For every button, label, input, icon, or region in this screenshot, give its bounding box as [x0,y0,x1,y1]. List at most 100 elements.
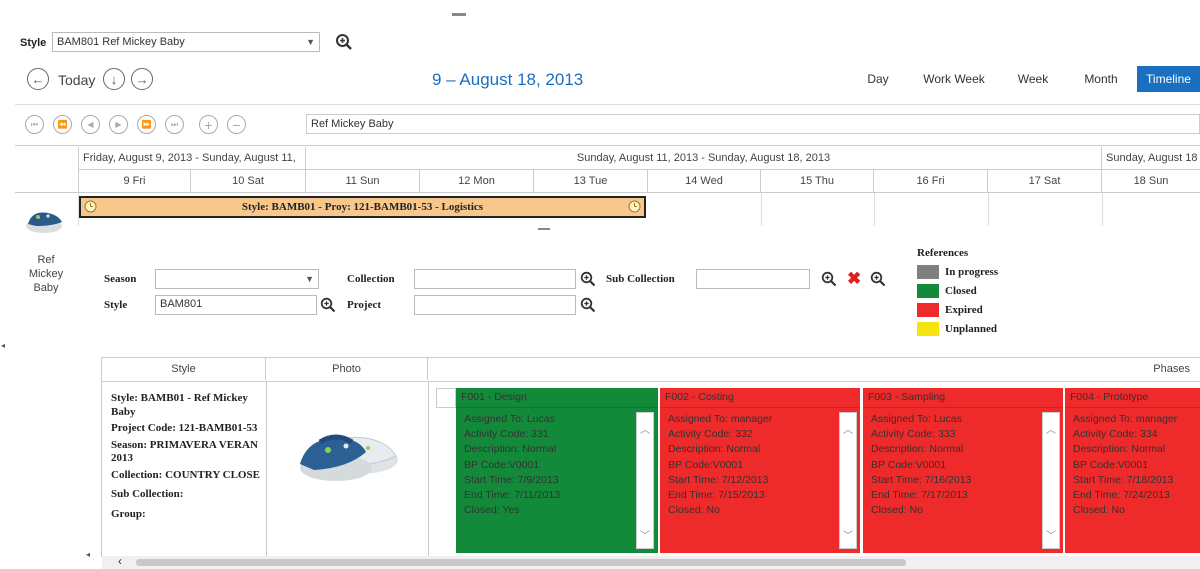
chevron-down-icon: ▼ [305,274,314,284]
phase-details: Assigned To: Lucas Activity Code: 331 De… [456,408,658,522]
resource-name: Ref Mickey Baby [28,254,64,294]
arrow-left-icon[interactable]: ← [27,68,49,90]
view-tab-timeline[interactable]: Timeline [1137,66,1200,92]
phase-detail-line: Activity Code: 331 [464,428,549,441]
phase-detail-line: Assigned To: manager [668,413,773,425]
style-combobox[interactable]: BAM801 Ref Mickey Baby ▼ [52,32,320,52]
resource-combobox-value: Ref Mickey Baby [311,118,394,130]
legend-swatch [917,321,939,336]
delete-x-icon[interactable]: ✖ [847,270,861,287]
chevron-up-icon[interactable]: ︿ [1043,423,1059,438]
chevron-up-icon[interactable]: ︿ [840,423,856,438]
phase-title: F003 - Sampling [863,388,1063,408]
phase-details: Assigned To: Lucas Activity Code: 333 De… [863,408,1063,522]
view-tab-work-week[interactable]: Work Week [916,66,992,92]
view-tab-day[interactable]: Day [858,66,898,92]
style-filter-input[interactable]: BAM801 [155,295,317,315]
timeline-range-header: Friday, August 9, 2013 - Sunday, August … [78,147,306,169]
zoom-icon[interactable] [320,297,336,313]
divider [266,381,267,557]
divider [15,145,1200,146]
grid-line [988,193,989,226]
view-tab-week[interactable]: Week [1010,66,1056,92]
scrollbar-thumb[interactable] [136,559,906,566]
grid-header-phases: Phases [1153,363,1190,375]
view-tab-month[interactable]: Month [1074,66,1128,92]
resource-combobox[interactable]: Ref Mickey Baby [306,114,1200,134]
grid-line [874,193,875,226]
arrow-right-icon[interactable]: → [131,68,153,90]
today-button[interactable]: Today [58,72,95,88]
phase-card[interactable]: F003 - Sampling Assigned To: Lucas Activ… [863,388,1063,553]
zoom-icon[interactable] [335,33,353,51]
phase-detail-line: BP Code:V0001 [464,458,540,471]
phase-detail-line: Assigned To: Lucas [464,413,555,425]
phase-card[interactable]: F004 - Prototype Assigned To: manager Ac… [1065,388,1200,553]
legend-item: Unplanned [917,319,998,338]
chevron-down-icon[interactable]: ﹀ [840,529,856,544]
phase-detail-line: Description: Normal [1073,443,1166,456]
chevron-up-icon[interactable]: ︿ [637,423,653,438]
grid-line [1102,193,1103,226]
zoom-icon[interactable] [580,297,596,313]
phase-detail-line: Closed: No [1073,504,1125,517]
phase-scrollbar[interactable]: ︿ ﹀ [636,412,654,549]
phase-spacer [436,388,456,408]
legend-label: Closed [945,284,977,297]
divider [101,357,102,557]
zoom-icon[interactable] [870,271,886,287]
legend: References In progress Closed Expired Un… [917,247,998,338]
season-combobox[interactable]: ▼ [155,269,319,289]
horizontal-scrollbar[interactable]: ‹ [102,554,1200,569]
zoom-icon[interactable] [580,271,596,287]
phase-title: F001 - Design [456,388,658,408]
project-label: Project [347,299,381,311]
phase-detail-line: BP Code:V0001 [871,458,947,471]
prev-resource-icon[interactable]: ◀ [81,115,100,134]
divider [15,104,1200,105]
legend-swatch [917,302,939,317]
appointment-bar[interactable]: Style: BAMB01 - Proy: 121-BAMB01-53 - Lo… [79,196,646,218]
timeline-day-header: 14 Wed [648,170,761,192]
project-input[interactable] [414,295,576,315]
window-grip[interactable] [452,13,466,16]
phase-scrollbar[interactable]: ︿ ﹀ [839,412,857,549]
timeline-day-header: 12 Mon [420,170,534,192]
next-page-icon[interactable]: ⏩ [137,115,156,134]
style-info-line: Sub Collection: [111,488,184,500]
prev-page-icon[interactable]: ⏪ [53,115,72,134]
first-resource-icon[interactable]: ⏮ [25,115,44,134]
phase-detail-line: Description: Normal [464,443,557,456]
resize-grip[interactable] [538,228,550,230]
grid-header-photo: Photo [266,358,428,380]
last-resource-icon[interactable]: ⏭ [165,115,184,134]
chevron-down-icon[interactable]: ﹀ [637,529,653,544]
date-range-title: 9 – August 18, 2013 [432,70,584,89]
phase-scrollbar[interactable]: ︿ ﹀ [1042,412,1060,549]
arrow-down-icon[interactable]: ↓ [103,68,125,90]
timeline-day-header: 17 Sat [988,170,1102,192]
style-info-line: Project Code: 121-BAMB01-53 [111,422,258,434]
style-info-line: Season: PRIMAVERA VERAN 2013 [111,438,258,465]
remove-resource-icon[interactable]: − [227,115,246,134]
timeline-day-header: 13 Tue [534,170,648,192]
phase-card[interactable]: F002 - Costing Assigned To: manager Acti… [660,388,860,553]
legend-swatch [917,283,939,298]
style-info-line: Group: [111,507,146,520]
phase-card[interactable]: F001 - Design Assigned To: Lucas Activit… [456,388,658,553]
chevron-left-icon[interactable]: ‹ [118,554,122,568]
collection-input[interactable] [414,269,576,289]
zoom-icon[interactable] [821,271,837,287]
subcollection-input[interactable] [696,269,810,289]
next-resource-icon[interactable]: ▶ [109,115,128,134]
add-resource-icon[interactable]: + [199,115,218,134]
phase-detail-line: Activity Code: 334 [1073,428,1158,441]
timeline-range-header: Sunday, August 11, 2013 - Sunday, August… [306,147,1102,169]
timeline-range-header: Sunday, August 18 [1106,152,1198,164]
clock-icon [628,200,641,216]
clock-icon [84,200,97,216]
collapse-arrow-icon[interactable]: ◂ [86,550,90,559]
phase-detail-line: BP Code:V0001 [1073,458,1149,471]
chevron-down-icon[interactable]: ﹀ [1043,529,1059,544]
collapse-arrow-icon[interactable]: ◂ [1,341,5,350]
